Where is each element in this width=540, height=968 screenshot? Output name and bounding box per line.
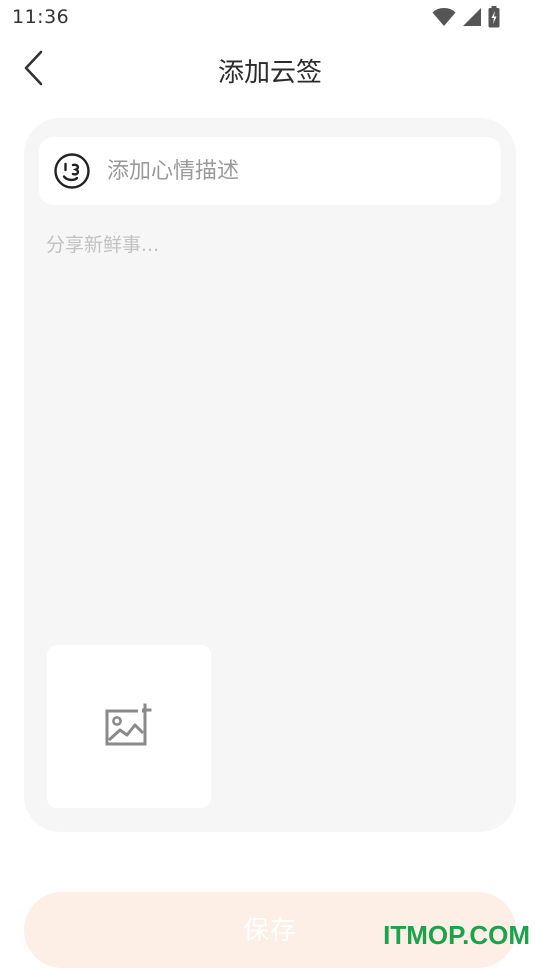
wink-face-icon[interactable] <box>53 152 91 190</box>
save-button-label: 保存 <box>242 916 297 946</box>
post-content-textarea[interactable] <box>46 230 494 630</box>
mood-description-input[interactable] <box>107 158 467 184</box>
status-icons <box>432 6 500 28</box>
page-title: 添加云签 <box>217 58 322 88</box>
post-editor-card <box>24 118 516 832</box>
status-bar: 11:36 <box>0 0 540 36</box>
cellular-signal-icon <box>462 7 482 27</box>
watermark-text: ITMOP.COM <box>383 920 530 950</box>
status-time: 11:36 <box>12 6 70 28</box>
add-image-button[interactable] <box>47 645 211 808</box>
mood-row[interactable] <box>39 137 501 205</box>
battery-charging-icon <box>488 6 500 28</box>
add-image-icon <box>105 703 153 751</box>
header: 添加云签 <box>0 40 540 100</box>
wifi-icon <box>432 7 456 27</box>
